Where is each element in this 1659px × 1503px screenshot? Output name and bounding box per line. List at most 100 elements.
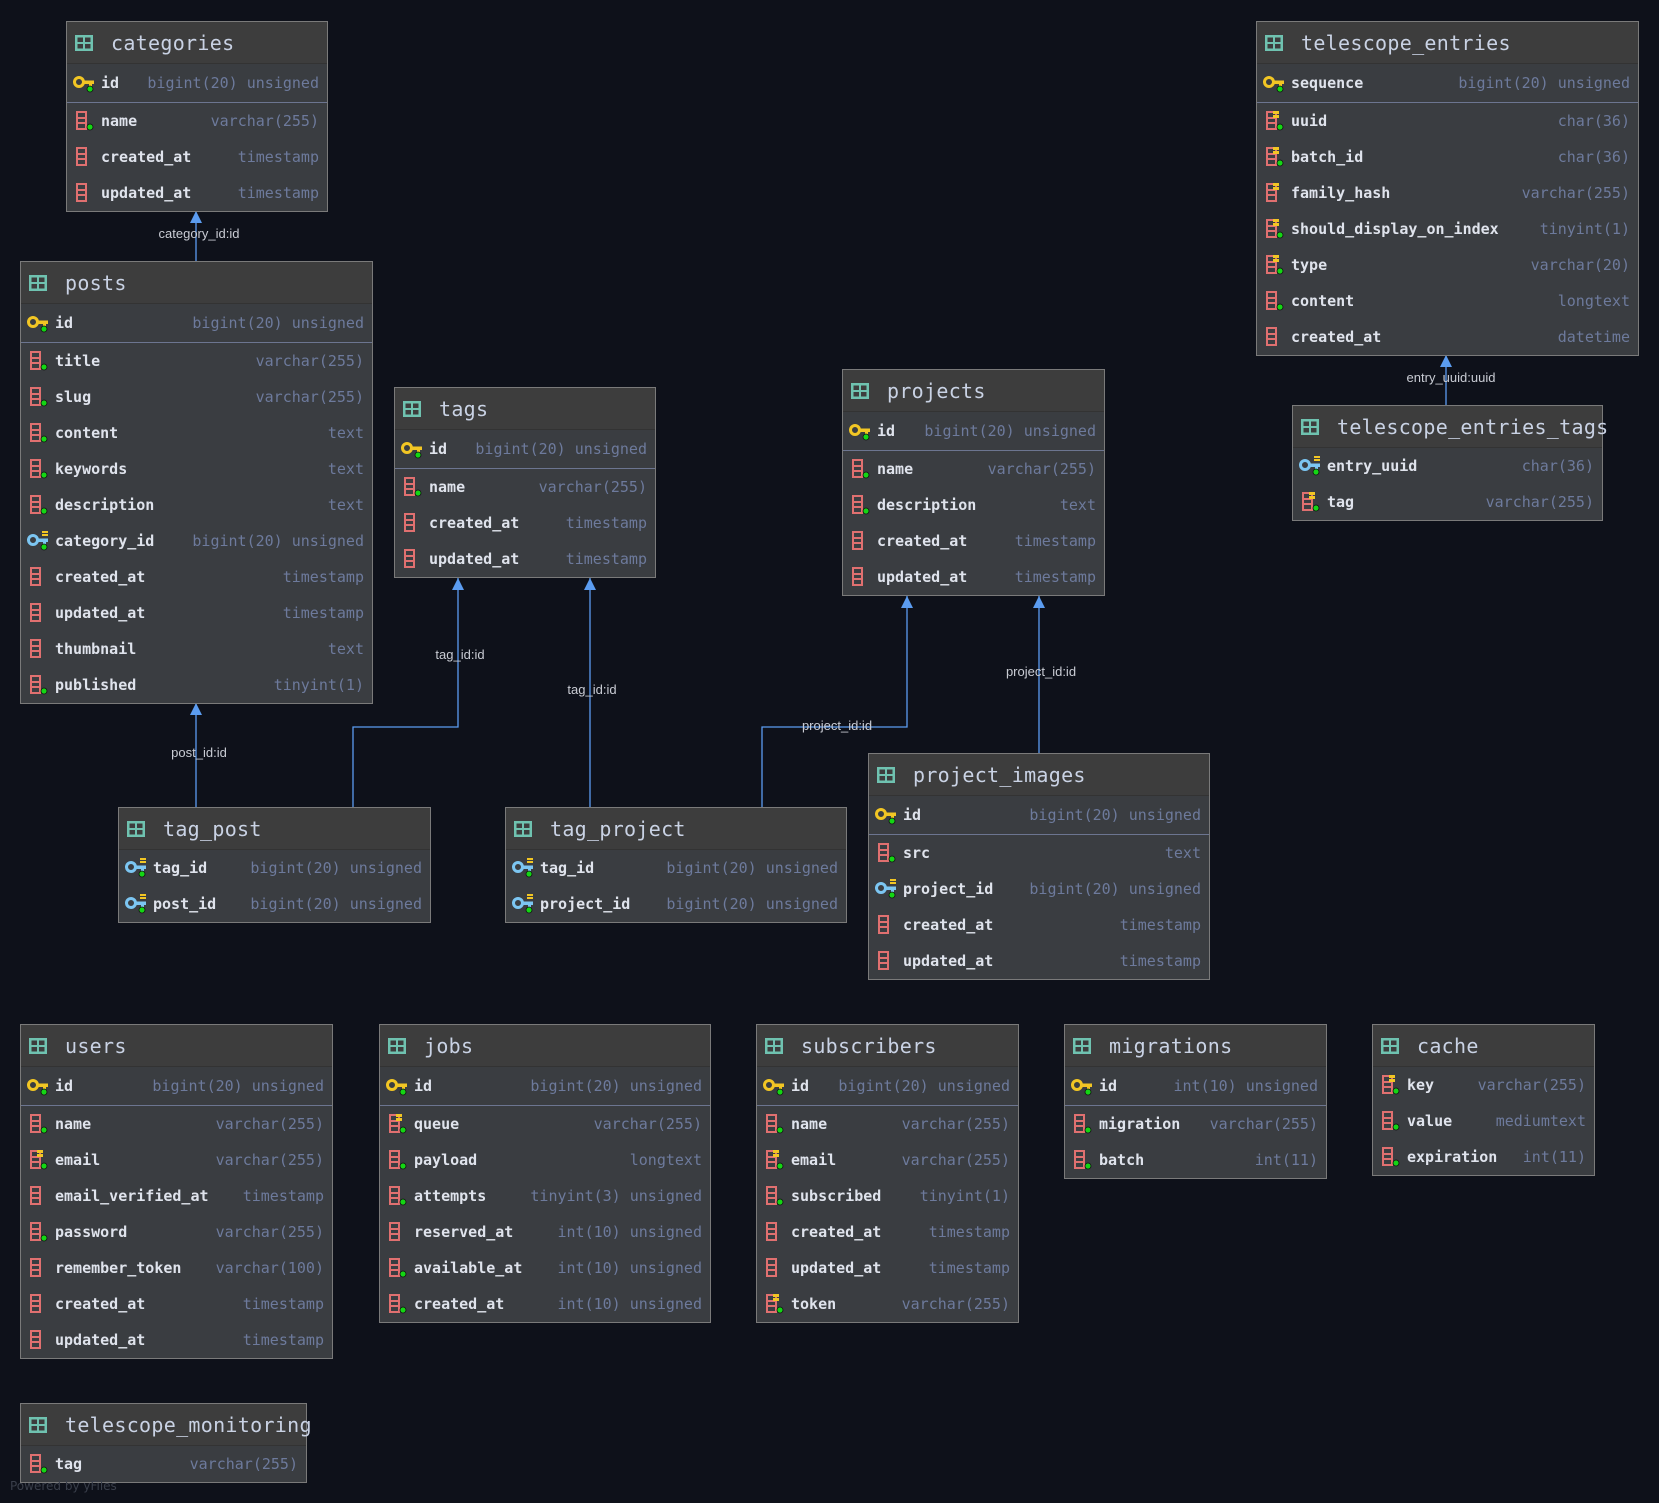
table-header[interactable]: subscribers [757,1025,1018,1067]
column-row[interactable]: value mediumtext [1373,1103,1594,1139]
column-row[interactable]: sequence bigint(20) unsigned [1257,64,1638,102]
table-tags[interactable]: tags id bigint(20) unsigned name varchar… [394,387,656,578]
table-telescope-monitoring[interactable]: telescope_monitoring tag varchar(255) [20,1403,312,1483]
column-row[interactable]: created_at timestamp [21,1286,332,1322]
table-header[interactable]: telescope_entries_tags [1293,406,1608,448]
column-row[interactable]: published tinyint(1) [21,667,372,703]
column-row[interactable]: id bigint(20) unsigned [21,304,372,342]
column-row[interactable]: key varchar(255) [1373,1067,1594,1103]
column-row[interactable]: title varchar(255) [21,343,372,379]
table-header[interactable]: telescope_entries [1257,22,1638,64]
column-row[interactable]: created_at timestamp [395,505,655,541]
column-row[interactable]: name varchar(255) [395,469,655,505]
column-row[interactable]: migration varchar(255) [1065,1106,1326,1142]
column-row[interactable]: id bigint(20) unsigned [757,1067,1018,1105]
column-row[interactable]: project_id bigint(20) unsigned [869,871,1209,907]
column-row[interactable]: name varchar(255) [843,451,1104,487]
table-header[interactable]: telescope_monitoring [21,1404,312,1446]
column-row[interactable]: remember_token varchar(100) [21,1250,332,1286]
table-header[interactable]: tags [395,388,655,430]
column-row[interactable]: token varchar(255) [757,1286,1018,1322]
column-row[interactable]: batch_id char(36) [1257,139,1638,175]
column-row[interactable]: id bigint(20) unsigned [380,1067,710,1105]
table-categories[interactable]: categories id bigint(20) unsigned name v… [66,21,328,212]
table-telescope-entries-tags[interactable]: telescope_entries_tags entry_uuid char(3… [1292,405,1608,521]
column-row[interactable]: should_display_on_index tinyint(1) [1257,211,1638,247]
column-row[interactable]: reserved_at int(10) unsigned [380,1214,710,1250]
column-row[interactable]: created_at timestamp [757,1214,1018,1250]
column-row[interactable]: uuid char(36) [1257,103,1638,139]
column-row[interactable]: name varchar(255) [757,1106,1018,1142]
column-row[interactable]: name varchar(255) [21,1106,332,1142]
table-header[interactable]: projects [843,370,1104,412]
column-row[interactable]: created_at timestamp [843,523,1104,559]
table-header[interactable]: categories [67,22,327,64]
table-header[interactable]: tag_project [506,808,846,850]
column-row[interactable]: id bigint(20) unsigned [843,412,1104,450]
table-header[interactable]: posts [21,262,372,304]
column-row[interactable]: post_id bigint(20) unsigned [119,886,430,922]
column-row[interactable]: created_at datetime [1257,319,1638,355]
table-tag-project[interactable]: tag_project tag_id bigint(20) unsigned p… [505,807,847,923]
table-users[interactable]: users id bigint(20) unsigned name varcha… [20,1024,333,1359]
column-row[interactable]: id bigint(20) unsigned [395,430,655,468]
table-telescope-entries[interactable]: telescope_entries sequence bigint(20) un… [1256,21,1639,356]
column-row[interactable]: email varchar(255) [757,1142,1018,1178]
column-row[interactable]: queue varchar(255) [380,1106,710,1142]
table-jobs[interactable]: jobs id bigint(20) unsigned queue varcha… [379,1024,711,1323]
column-row[interactable]: created_at timestamp [869,907,1209,943]
column-row[interactable]: updated_at timestamp [869,943,1209,979]
column-row[interactable]: updated_at timestamp [21,1322,332,1358]
column-row[interactable]: email_verified_at timestamp [21,1178,332,1214]
table-header[interactable]: project_images [869,754,1209,796]
column-row[interactable]: family_hash varchar(255) [1257,175,1638,211]
column-row[interactable]: content text [21,415,372,451]
column-row[interactable]: subscribed tinyint(1) [757,1178,1018,1214]
column-row[interactable]: available_at int(10) unsigned [380,1250,710,1286]
column-row[interactable]: created_at timestamp [21,559,372,595]
column-row[interactable]: name varchar(255) [67,103,327,139]
table-posts[interactable]: posts id bigint(20) unsigned title varch… [20,261,373,704]
column-row[interactable]: password varchar(255) [21,1214,332,1250]
column-row[interactable]: keywords text [21,451,372,487]
table-header[interactable]: tag_post [119,808,430,850]
table-tag-post[interactable]: tag_post tag_id bigint(20) unsigned post… [118,807,431,923]
table-header[interactable]: migrations [1065,1025,1326,1067]
column-row[interactable]: updated_at timestamp [21,595,372,631]
column-row[interactable]: attempts tinyint(3) unsigned [380,1178,710,1214]
column-row[interactable]: updated_at timestamp [843,559,1104,595]
column-row[interactable]: src text [869,835,1209,871]
column-row[interactable]: created_at int(10) unsigned [380,1286,710,1322]
column-row[interactable]: content longtext [1257,283,1638,319]
table-projects[interactable]: projects id bigint(20) unsigned name var… [842,369,1105,596]
column-row[interactable]: tag varchar(255) [1293,484,1602,520]
column-row[interactable]: entry_uuid char(36) [1293,448,1602,484]
column-row[interactable]: updated_at timestamp [67,175,327,211]
column-row[interactable]: expiration int(11) [1373,1139,1594,1175]
table-subscribers[interactable]: subscribers id bigint(20) unsigned name … [756,1024,1019,1323]
table-project-images[interactable]: project_images id bigint(20) unsigned sr… [868,753,1210,980]
column-row[interactable]: id bigint(20) unsigned [869,796,1209,834]
column-row[interactable]: description text [843,487,1104,523]
column-row[interactable]: id bigint(20) unsigned [21,1067,332,1105]
column-row[interactable]: id bigint(20) unsigned [67,64,327,102]
column-row[interactable]: category_id bigint(20) unsigned [21,523,372,559]
column-row[interactable]: thumbnail text [21,631,372,667]
table-header[interactable]: jobs [380,1025,710,1067]
column-row[interactable]: created_at timestamp [67,139,327,175]
column-row[interactable]: payload longtext [380,1142,710,1178]
column-row[interactable]: tag_id bigint(20) unsigned [506,850,846,886]
column-row[interactable]: tag varchar(255) [21,1446,306,1482]
column-row[interactable]: type varchar(20) [1257,247,1638,283]
table-cache[interactable]: cache key varchar(255) value mediumtext … [1372,1024,1595,1176]
table-header[interactable]: users [21,1025,332,1067]
column-row[interactable]: updated_at timestamp [757,1250,1018,1286]
column-row[interactable]: description text [21,487,372,523]
table-header[interactable]: cache [1373,1025,1594,1067]
column-row[interactable]: id int(10) unsigned [1065,1067,1326,1105]
column-row[interactable]: updated_at timestamp [395,541,655,577]
column-row[interactable]: batch int(11) [1065,1142,1326,1178]
column-row[interactable]: email varchar(255) [21,1142,332,1178]
column-row[interactable]: project_id bigint(20) unsigned [506,886,846,922]
table-migrations[interactable]: migrations id int(10) unsigned migration… [1064,1024,1327,1179]
